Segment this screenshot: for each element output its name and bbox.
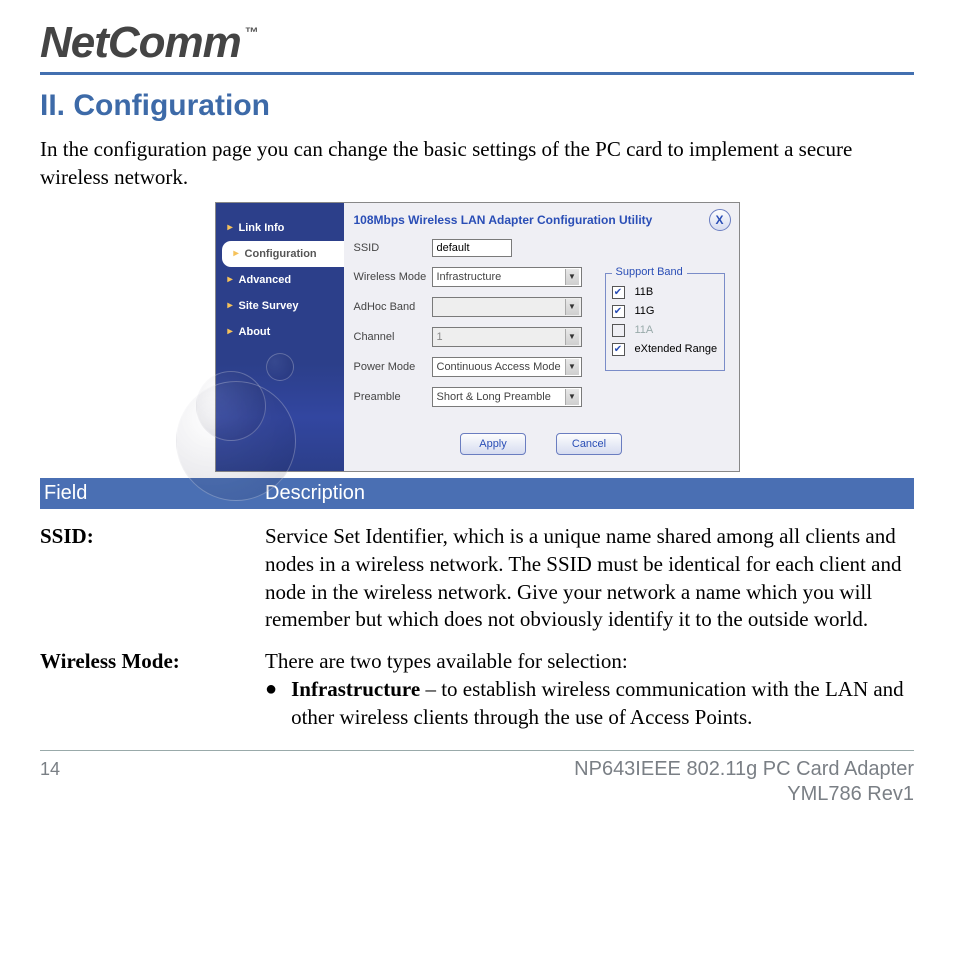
wmode-value: Infrastructure	[437, 271, 502, 283]
chevron-down-icon: ▼	[565, 299, 579, 315]
sidebar: ▸ Link Info ▸ Configuration ▸ Advanced ▸…	[216, 203, 344, 471]
arrow-icon: ▸	[228, 300, 233, 311]
field-name-ssid: SSID:	[40, 523, 265, 635]
table-row: SSID: Service Set Identifier, which is a…	[40, 523, 914, 635]
page-number: 14	[40, 759, 60, 780]
cancel-button[interactable]: Cancel	[556, 433, 622, 455]
arrow-icon: ▸	[228, 326, 233, 337]
arrow-icon: ▸	[234, 248, 239, 259]
arrow-icon: ▸	[228, 274, 233, 285]
intro-text: In the configuration page you can change…	[40, 135, 914, 192]
channel-value: 1	[437, 331, 443, 343]
chevron-down-icon: ▼	[565, 389, 579, 405]
field-desc-ssid: Service Set Identifier, which is a uniqu…	[265, 523, 914, 635]
preamble-select[interactable]: Short & Long Preamble ▼	[432, 387, 582, 407]
adhoc-label: AdHoc Band	[354, 301, 432, 313]
brand-logo: NetComm ™	[40, 18, 914, 68]
preamble-label: Preamble	[354, 391, 432, 403]
channel-select: 1 ▼	[432, 327, 582, 347]
table-header: Field Description	[40, 478, 914, 509]
checkbox-extended[interactable]: ✔	[612, 343, 625, 356]
wmode-lead: There are two types available for select…	[265, 648, 914, 676]
label-11b: 11B	[635, 286, 654, 298]
power-value: Continuous Access Mode	[437, 361, 561, 373]
footer-meta: NP643IEEE 802.11g PC Card Adapter YML786…	[574, 757, 914, 807]
chevron-down-icon: ▼	[565, 329, 579, 345]
nav-configuration[interactable]: ▸ Configuration	[222, 241, 344, 267]
config-panel: 108Mbps Wireless LAN Adapter Configurati…	[344, 203, 739, 471]
support-band-fieldset: Support Band ✔ 11B ✔ 11G 11A ✔ eXtended …	[605, 273, 725, 371]
footer-line1: NP643IEEE 802.11g PC Card Adapter	[574, 757, 914, 782]
nav-advanced[interactable]: ▸ Advanced	[216, 267, 344, 293]
bullet-icon: ●	[265, 679, 277, 732]
decor-circle	[176, 381, 296, 501]
nav-site-survey[interactable]: ▸ Site Survey	[216, 293, 344, 319]
nav-link-info[interactable]: ▸ Link Info	[216, 215, 344, 241]
wmode-bullet: Infrastructure – to establish wireless c…	[291, 676, 914, 732]
label-extended: eXtended Range	[635, 343, 718, 355]
channel-label: Channel	[354, 331, 432, 343]
field-description-table: Field Description SSID: Service Set Iden…	[40, 478, 914, 732]
apply-button[interactable]: Apply	[460, 433, 526, 455]
nav-label: Configuration	[245, 248, 317, 260]
footer-line2: YML786 Rev1	[574, 782, 914, 807]
adhoc-select: ▼	[432, 297, 582, 317]
table-row: Wireless Mode: There are two types avail…	[40, 648, 914, 732]
wmode-bullet-name: Infrastructure	[291, 677, 420, 701]
panel-title: 108Mbps Wireless LAN Adapter Configurati…	[354, 213, 729, 227]
divider-top	[40, 72, 914, 75]
label-11a: 11A	[635, 324, 654, 336]
nav-label: Advanced	[239, 274, 292, 286]
nav-label: Link Info	[239, 222, 285, 234]
divider-footer	[40, 750, 914, 751]
page-footer: 14 NP643IEEE 802.11g PC Card Adapter YML…	[40, 757, 914, 807]
checkbox-11g[interactable]: ✔	[612, 305, 625, 318]
close-icon: X	[715, 213, 723, 227]
chevron-down-icon: ▼	[565, 359, 579, 375]
ssid-input[interactable]	[432, 239, 512, 257]
ssid-label: SSID	[354, 242, 432, 254]
th-desc: Description	[265, 482, 365, 505]
field-name-wmode: Wireless Mode:	[40, 648, 265, 732]
checkbox-11a	[612, 324, 625, 337]
field-desc-wmode: There are two types available for select…	[265, 648, 914, 732]
nav-label: About	[239, 326, 271, 338]
checkbox-11b[interactable]: ✔	[612, 286, 625, 299]
decor-circle	[266, 353, 294, 381]
page-heading: II. Configuration	[40, 89, 914, 123]
wmode-select[interactable]: Infrastructure ▼	[432, 267, 582, 287]
nav-label: Site Survey	[239, 300, 299, 312]
preamble-value: Short & Long Preamble	[437, 391, 551, 403]
brand-tm: ™	[245, 24, 258, 40]
brand-text: NetComm	[40, 18, 241, 68]
power-label: Power Mode	[354, 361, 432, 373]
support-legend: Support Band	[612, 266, 687, 278]
wmode-label: Wireless Mode	[354, 271, 432, 283]
nav-about[interactable]: ▸ About	[216, 319, 344, 345]
power-select[interactable]: Continuous Access Mode ▼	[432, 357, 582, 377]
chevron-down-icon: ▼	[565, 269, 579, 285]
arrow-icon: ▸	[228, 222, 233, 233]
label-11g: 11G	[635, 305, 655, 317]
close-button[interactable]: X	[709, 209, 731, 231]
config-utility-window: ▸ Link Info ▸ Configuration ▸ Advanced ▸…	[215, 202, 740, 472]
